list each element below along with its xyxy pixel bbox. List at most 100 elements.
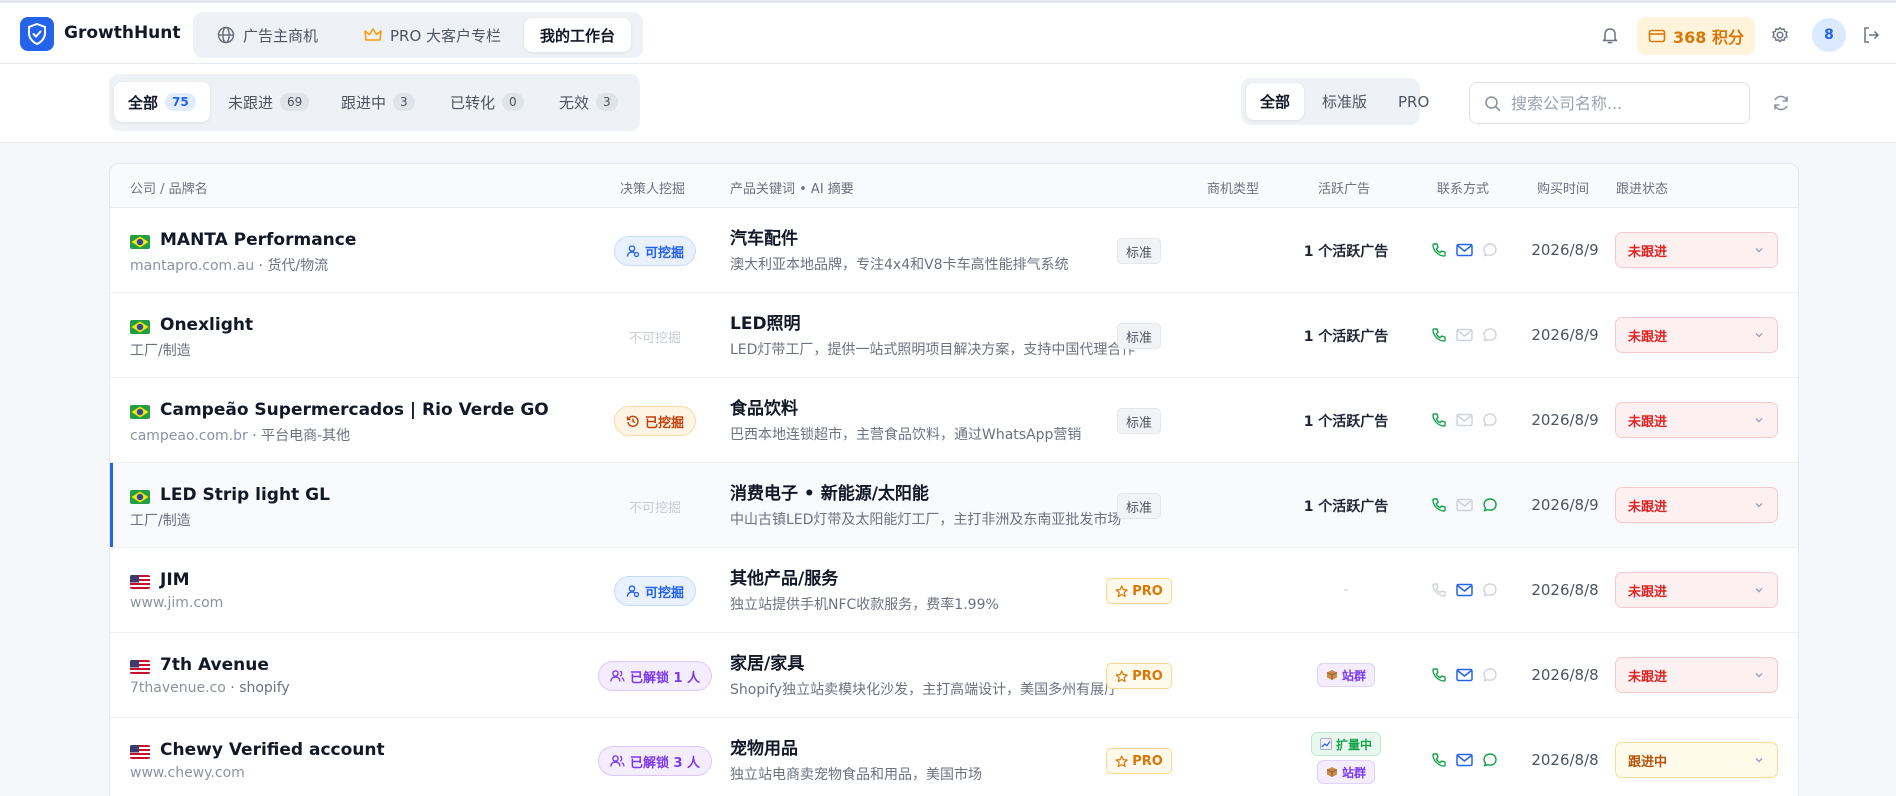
active-ads-count[interactable]: 1 个活跃广告 — [1304, 241, 1389, 261]
app-name[interactable]: GrowthHunt — [64, 23, 181, 43]
ad-tag-expand[interactable]: 扩量中 — [1310, 732, 1382, 756]
status-tab-not-followed[interactable]: 未跟进 69 — [214, 82, 323, 122]
follow-status-select[interactable]: 未跟进 — [1615, 487, 1778, 523]
company-meta: 工厂/制造 — [130, 340, 191, 360]
avatar[interactable]: 8 — [1812, 18, 1846, 52]
company-domain[interactable]: www.chewy.com — [130, 765, 245, 781]
mail-icon[interactable] — [1456, 668, 1473, 682]
follow-status-label: 未跟进 — [1628, 584, 1668, 600]
company-category: 工厂/制造 — [130, 513, 191, 529]
table-row[interactable]: MANTA Performance mantapro.com.au · 货代/物流… — [110, 208, 1798, 293]
lead-type-label: PRO — [1132, 668, 1163, 684]
points-badge[interactable]: 368 积分 — [1637, 17, 1755, 55]
status-tab-converted[interactable]: 已转化 0 — [436, 82, 538, 122]
lead-type-badge: 标准 — [1116, 323, 1162, 349]
status-tab-label: 跟进中 — [341, 93, 387, 112]
company-category: 工厂/制造 — [130, 343, 191, 359]
status-count: 69 — [280, 93, 310, 111]
ad-tag-group[interactable]: 站群 — [1316, 663, 1376, 687]
chat-icon[interactable] — [1482, 752, 1498, 768]
decision-maker-button[interactable]: 已挖掘 — [613, 406, 697, 436]
company-name[interactable]: Campeão Supermercados | Rio Verde GO — [160, 400, 549, 420]
active-ads-count[interactable]: 1 个活跃广告 — [1304, 411, 1389, 431]
phone-icon[interactable] — [1431, 667, 1447, 683]
plan-tabs: 全部 标准版 PRO — [1241, 78, 1429, 125]
decision-maker-button[interactable]: 已解锁 1 人 — [597, 661, 713, 691]
status-tab-invalid[interactable]: 无效 3 — [545, 82, 632, 122]
logout-icon[interactable] — [1861, 25, 1881, 45]
follow-status-select[interactable]: 未跟进 — [1615, 232, 1778, 268]
table-row[interactable]: JIM www.jim.com 可挖掘 其他产品/服务 独立站提供手机NFC收款服务，费… — [110, 548, 1798, 633]
wallet-icon — [1648, 29, 1666, 43]
table-row[interactable]: 7th Avenue 7thavenue.co · shopify 已解锁 1 人 家… — [110, 633, 1798, 718]
company-domain[interactable]: campeao.com.br — [130, 428, 248, 444]
lead-type-badge: PRO — [1106, 663, 1172, 689]
company-name[interactable]: Chewy Verified account — [160, 740, 385, 760]
company-name[interactable]: JIM — [160, 570, 190, 590]
follow-status-label: 未跟进 — [1628, 414, 1668, 430]
table-row[interactable]: Onexlight 工厂/制造 不可挖掘 LED照明 LED灯带工厂，提供一站式照明项目… — [110, 293, 1798, 378]
plan-tab-all[interactable]: 全部 — [1246, 83, 1305, 120]
purchase-time: 2026/8/8 — [1531, 581, 1599, 599]
product-keyword: 宠物用品 — [730, 739, 798, 759]
chat-icon[interactable] — [1482, 497, 1498, 513]
mail-icon[interactable] — [1456, 243, 1473, 257]
chevron-down-icon — [1753, 244, 1765, 256]
brazil-flag-icon — [130, 235, 150, 249]
plan-tab-standard[interactable]: 标准版 — [1308, 83, 1381, 120]
table-row[interactable]: LED Strip light GL 工厂/制造 不可挖掘 消费电子 • 新能源/太阳… — [110, 463, 1798, 548]
points-value: 368 积分 — [1673, 28, 1744, 47]
bell-icon[interactable] — [1600, 25, 1620, 45]
phone-icon[interactable] — [1431, 412, 1447, 428]
status-count: 0 — [502, 93, 524, 111]
ad-tag-group[interactable]: 站群 — [1316, 760, 1376, 784]
company-name[interactable]: LED Strip light GL — [160, 485, 330, 505]
lead-type-badge: 标准 — [1116, 238, 1162, 264]
company-domain[interactable]: mantapro.com.au — [130, 258, 254, 274]
plan-tab-pro[interactable]: PRO — [1384, 83, 1443, 120]
company-name[interactable]: Onexlight — [160, 315, 253, 335]
decision-maker-button[interactable]: 可挖掘 — [613, 576, 697, 606]
active-ads-count[interactable]: 1 个活跃广告 — [1304, 496, 1389, 516]
active-ads-count[interactable]: 1 个活跃广告 — [1304, 326, 1389, 346]
search-input[interactable] — [1511, 93, 1731, 113]
contact-methods — [1431, 497, 1498, 513]
main-nav: 广告主商机 PRO 大客户专栏 我的工作台 — [193, 12, 643, 58]
star-icon — [1115, 584, 1128, 598]
company-domain[interactable]: 7thavenue.co — [130, 680, 226, 696]
company-name[interactable]: MANTA Performance — [160, 230, 356, 250]
header-decision-maker: 决策人挖掘 — [620, 182, 686, 197]
follow-status-select[interactable]: 跟进中 — [1615, 742, 1778, 778]
company-name[interactable]: 7th Avenue — [160, 655, 269, 675]
follow-status-select[interactable]: 未跟进 — [1615, 657, 1778, 693]
table-row[interactable]: Campeão Supermercados | Rio Verde GO camp… — [110, 378, 1798, 463]
nav-workspace[interactable]: 我的工作台 — [524, 18, 632, 52]
decision-maker-status: 不可挖掘 — [618, 321, 692, 351]
logo-shield-icon[interactable] — [20, 17, 54, 51]
company-category: 平台电商-其他 — [261, 428, 351, 444]
phone-icon — [1431, 582, 1447, 598]
table-row[interactable]: Chewy Verified account www.chewy.com 已解锁 3… — [110, 718, 1798, 796]
phone-icon[interactable] — [1431, 327, 1447, 343]
ad-tag-label: 扩量中 — [1335, 737, 1373, 752]
gear-icon[interactable] — [1770, 25, 1790, 45]
company-domain[interactable]: www.jim.com — [130, 595, 223, 611]
status-tab-following[interactable]: 跟进中 3 — [327, 82, 429, 122]
mail-icon[interactable] — [1456, 753, 1473, 767]
decision-label: 已解锁 3 人 — [629, 755, 701, 771]
decision-maker-button[interactable]: 可挖掘 — [613, 236, 697, 266]
status-tab-all[interactable]: 全部 75 — [114, 82, 210, 122]
nav-advertiser-leads[interactable]: 广告主商机 — [201, 18, 334, 52]
follow-status-select[interactable]: 未跟进 — [1615, 572, 1778, 608]
nav-pro-clients[interactable]: PRO 大客户专栏 — [348, 18, 517, 52]
decision-maker-button[interactable]: 已解锁 3 人 — [597, 746, 713, 776]
phone-icon[interactable] — [1431, 242, 1447, 258]
phone-icon[interactable] — [1431, 497, 1447, 513]
refresh-icon[interactable] — [1771, 93, 1791, 113]
mail-icon[interactable] — [1456, 583, 1473, 597]
header-follow-status: 跟进状态 — [1616, 182, 1669, 197]
chevron-down-icon — [1753, 499, 1765, 511]
phone-icon[interactable] — [1431, 752, 1447, 768]
follow-status-select[interactable]: 未跟进 — [1615, 317, 1778, 353]
follow-status-select[interactable]: 未跟进 — [1615, 402, 1778, 438]
